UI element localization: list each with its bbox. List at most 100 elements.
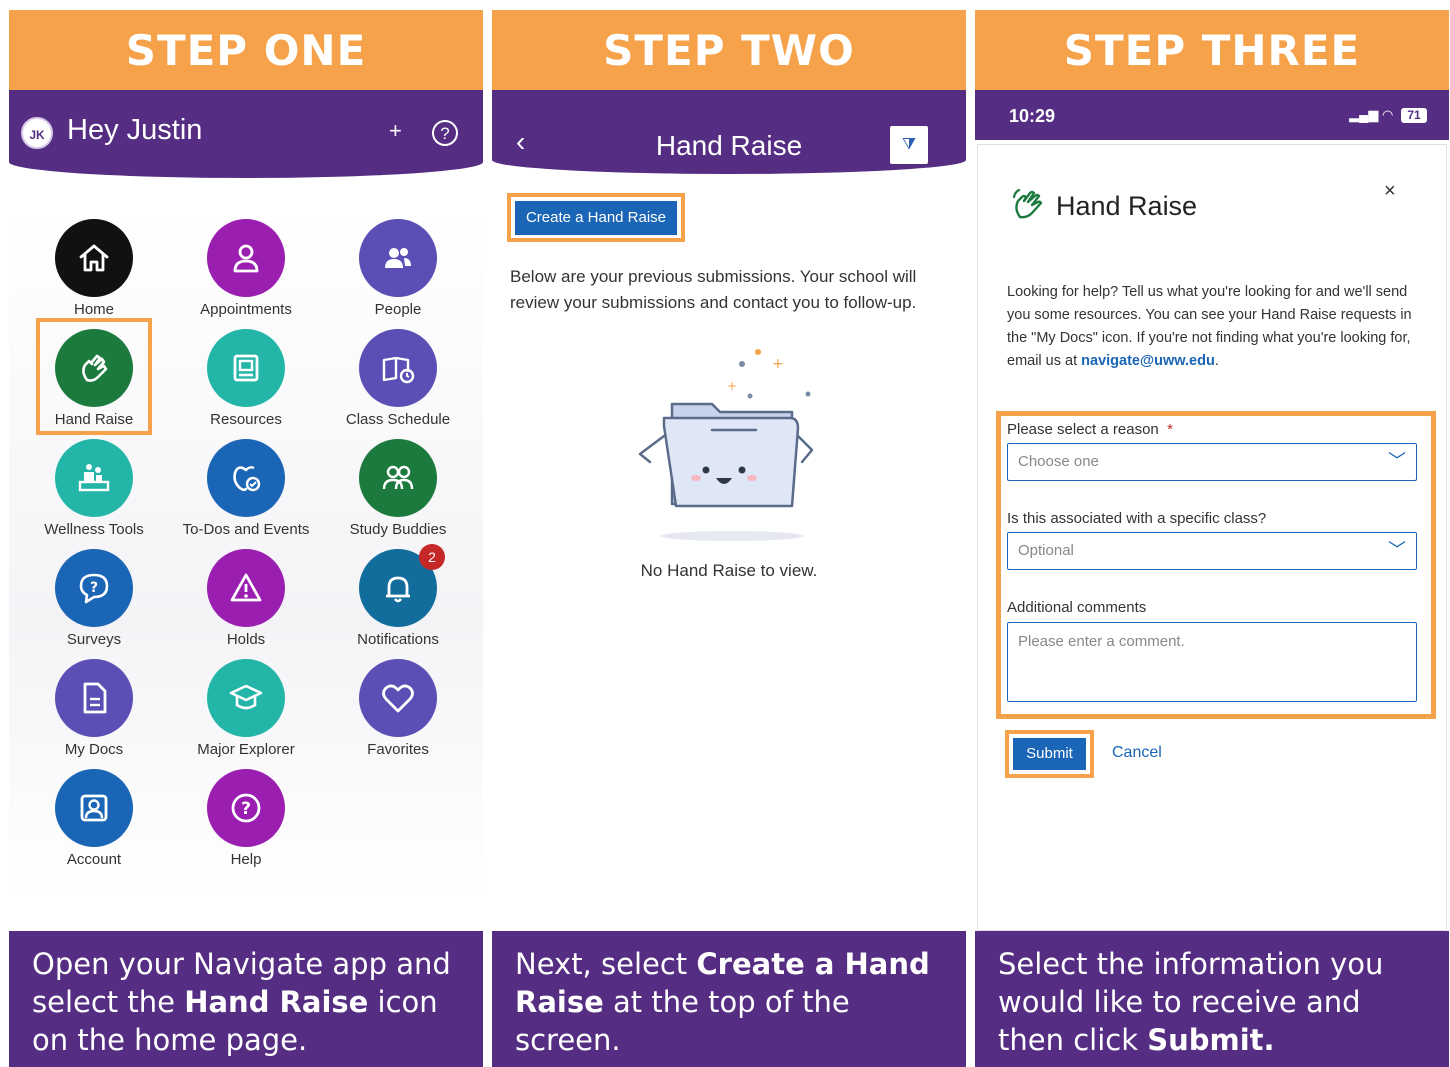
step-three-panel: STEP THREE 10:29 ▂▄▆ ◠ 71 Hand Raise × L… — [975, 10, 1449, 1067]
tile-notifications[interactable]: 2 Notifications — [322, 544, 474, 659]
svg-text:+: + — [772, 356, 784, 372]
notification-badge: 2 — [419, 544, 445, 570]
tile-label: Class Schedule — [345, 411, 451, 428]
tile-icon-circle — [55, 219, 133, 297]
tile-icon-circle — [359, 219, 437, 297]
tile-resources[interactable]: Resources — [170, 329, 322, 439]
empty-folder-illustration: + + — [638, 349, 814, 541]
reason-label-text: Please select a reason — [1007, 421, 1159, 438]
tile-surveys[interactable]: ? Surveys — [18, 549, 170, 659]
reason-label: Please select a reason * — [1007, 421, 1173, 438]
resources-icon — [233, 354, 259, 382]
step-two-panel: STEP TWO ‹ Hand Raise ⧩ Create a Hand Ra… — [492, 10, 966, 1067]
reason-select-value: Choose one — [1018, 453, 1099, 470]
surveys-icon: ? — [79, 573, 109, 604]
description-text: . — [1214, 353, 1219, 369]
tile-icon-circle — [55, 659, 133, 737]
tile-favorites[interactable]: Favorites — [322, 659, 474, 769]
wifi-icon: ◠ — [1382, 107, 1394, 122]
svg-text:?: ? — [241, 799, 251, 819]
step-header: STEP ONE — [9, 10, 483, 90]
tile-icon-circle — [207, 549, 285, 627]
help-icon[interactable]: ? — [432, 120, 458, 146]
graduation-cap-icon — [229, 684, 263, 710]
tile-appointments[interactable]: Appointments — [170, 219, 322, 329]
create-hand-raise-button[interactable]: Create a Hand Raise — [515, 201, 677, 235]
account-icon — [80, 794, 108, 822]
tile-icon-circle: ? — [55, 549, 133, 627]
tile-holds[interactable]: Holds — [170, 549, 322, 659]
battery-icon: 71 — [1401, 108, 1427, 123]
tile-label: Favorites — [367, 741, 429, 758]
comments-textarea[interactable]: Please enter a comment. — [1007, 622, 1417, 702]
svg-text:?: ? — [90, 580, 98, 596]
caption-text: Next, select — [515, 947, 697, 981]
tile-label: Study Buddies — [349, 521, 447, 538]
cancel-button[interactable]: Cancel — [1112, 744, 1162, 762]
chevron-down-icon: ﹀ — [1388, 451, 1406, 471]
tile-help[interactable]: ? Help — [170, 769, 322, 879]
add-icon[interactable]: + — [389, 118, 402, 144]
tile-people[interactable]: People — [322, 219, 474, 329]
close-icon[interactable]: × — [1384, 180, 1396, 203]
required-mark: * — [1167, 421, 1173, 438]
class-select[interactable]: Optional ﹀ — [1007, 532, 1417, 570]
tile-label: Notifications — [357, 631, 439, 648]
step-one-panel: STEP ONE JK Hey Justin + ? Home Appointme… — [9, 10, 483, 1067]
todo-icon — [233, 466, 261, 492]
signal-icon: ▂▄▆ — [1349, 107, 1379, 122]
tile-icon-circle — [55, 769, 133, 847]
filter-icon[interactable]: ⧩ — [890, 126, 928, 164]
help-icon: ? — [231, 793, 261, 823]
step-caption: Next, select Create a Hand Raise at the … — [492, 931, 966, 1067]
tile-icon-circle — [207, 659, 285, 737]
tile-icon-circle — [359, 659, 437, 737]
reason-select[interactable]: Choose one ﹀ — [1007, 443, 1417, 481]
tile-major-explorer[interactable]: Major Explorer — [170, 659, 322, 769]
home-icon-grid: Home Appointments People Hand Raise Resource… — [9, 207, 483, 897]
greeting: Hey Justin — [67, 114, 203, 146]
tile-label: Account — [66, 851, 122, 868]
form-title: Hand Raise — [1056, 191, 1198, 221]
tile-study-buddies[interactable]: Study Buddies — [322, 439, 474, 549]
hand-raise-app-bar: ‹ Hand Raise ⧩ — [492, 90, 966, 174]
wellness-icon — [78, 464, 110, 492]
tile-icon-circle — [359, 439, 437, 517]
tile-label: Major Explorer — [197, 741, 295, 758]
step-header: STEP THREE — [975, 10, 1449, 90]
tile-account[interactable]: Account — [18, 769, 170, 879]
comments-label: Additional comments — [1007, 599, 1147, 616]
person-icon — [233, 244, 259, 273]
home-icon — [79, 244, 109, 272]
holds-icon — [230, 573, 262, 602]
tile-label: Help — [230, 851, 262, 868]
tile-icon-circle — [207, 329, 285, 407]
step-header: STEP TWO — [492, 10, 966, 90]
tile-class-schedule[interactable]: Class Schedule — [322, 329, 474, 439]
document-icon — [83, 682, 107, 714]
tile-icon-circle — [207, 219, 285, 297]
submit-button[interactable]: Submit — [1013, 738, 1086, 770]
tile-label: Holds — [226, 631, 266, 648]
tile-label: People — [374, 301, 422, 318]
empty-state-message: No Hand Raise to view. — [640, 561, 818, 580]
tile-label: Resources — [210, 411, 282, 428]
tile-icon-circle — [55, 439, 133, 517]
tile-label: My Docs — [64, 741, 124, 758]
tile-label: Home — [73, 301, 114, 318]
submissions-description: Below are your previous submissions. You… — [510, 267, 917, 312]
tile-to-dos-and-events[interactable]: To-Dos and Events — [170, 439, 322, 549]
tile-label: Surveys — [66, 631, 122, 648]
tile-label: Wellness Tools — [44, 521, 144, 538]
avatar[interactable]: JK — [21, 117, 53, 149]
svg-text:+: + — [727, 379, 737, 393]
tile-home[interactable]: Home — [18, 219, 170, 329]
chevron-down-icon: ﹀ — [1388, 540, 1406, 560]
tile-my-docs[interactable]: My Docs — [18, 659, 170, 769]
hand-raise-highlight — [36, 318, 152, 435]
home-app-bar: JK Hey Justin + ? — [9, 90, 483, 178]
email-link[interactable]: navigate@uww.edu — [1081, 353, 1215, 369]
heart-icon — [382, 684, 414, 713]
status-time: 10:29 — [1009, 106, 1056, 126]
tile-wellness-tools[interactable]: Wellness Tools — [18, 439, 170, 549]
